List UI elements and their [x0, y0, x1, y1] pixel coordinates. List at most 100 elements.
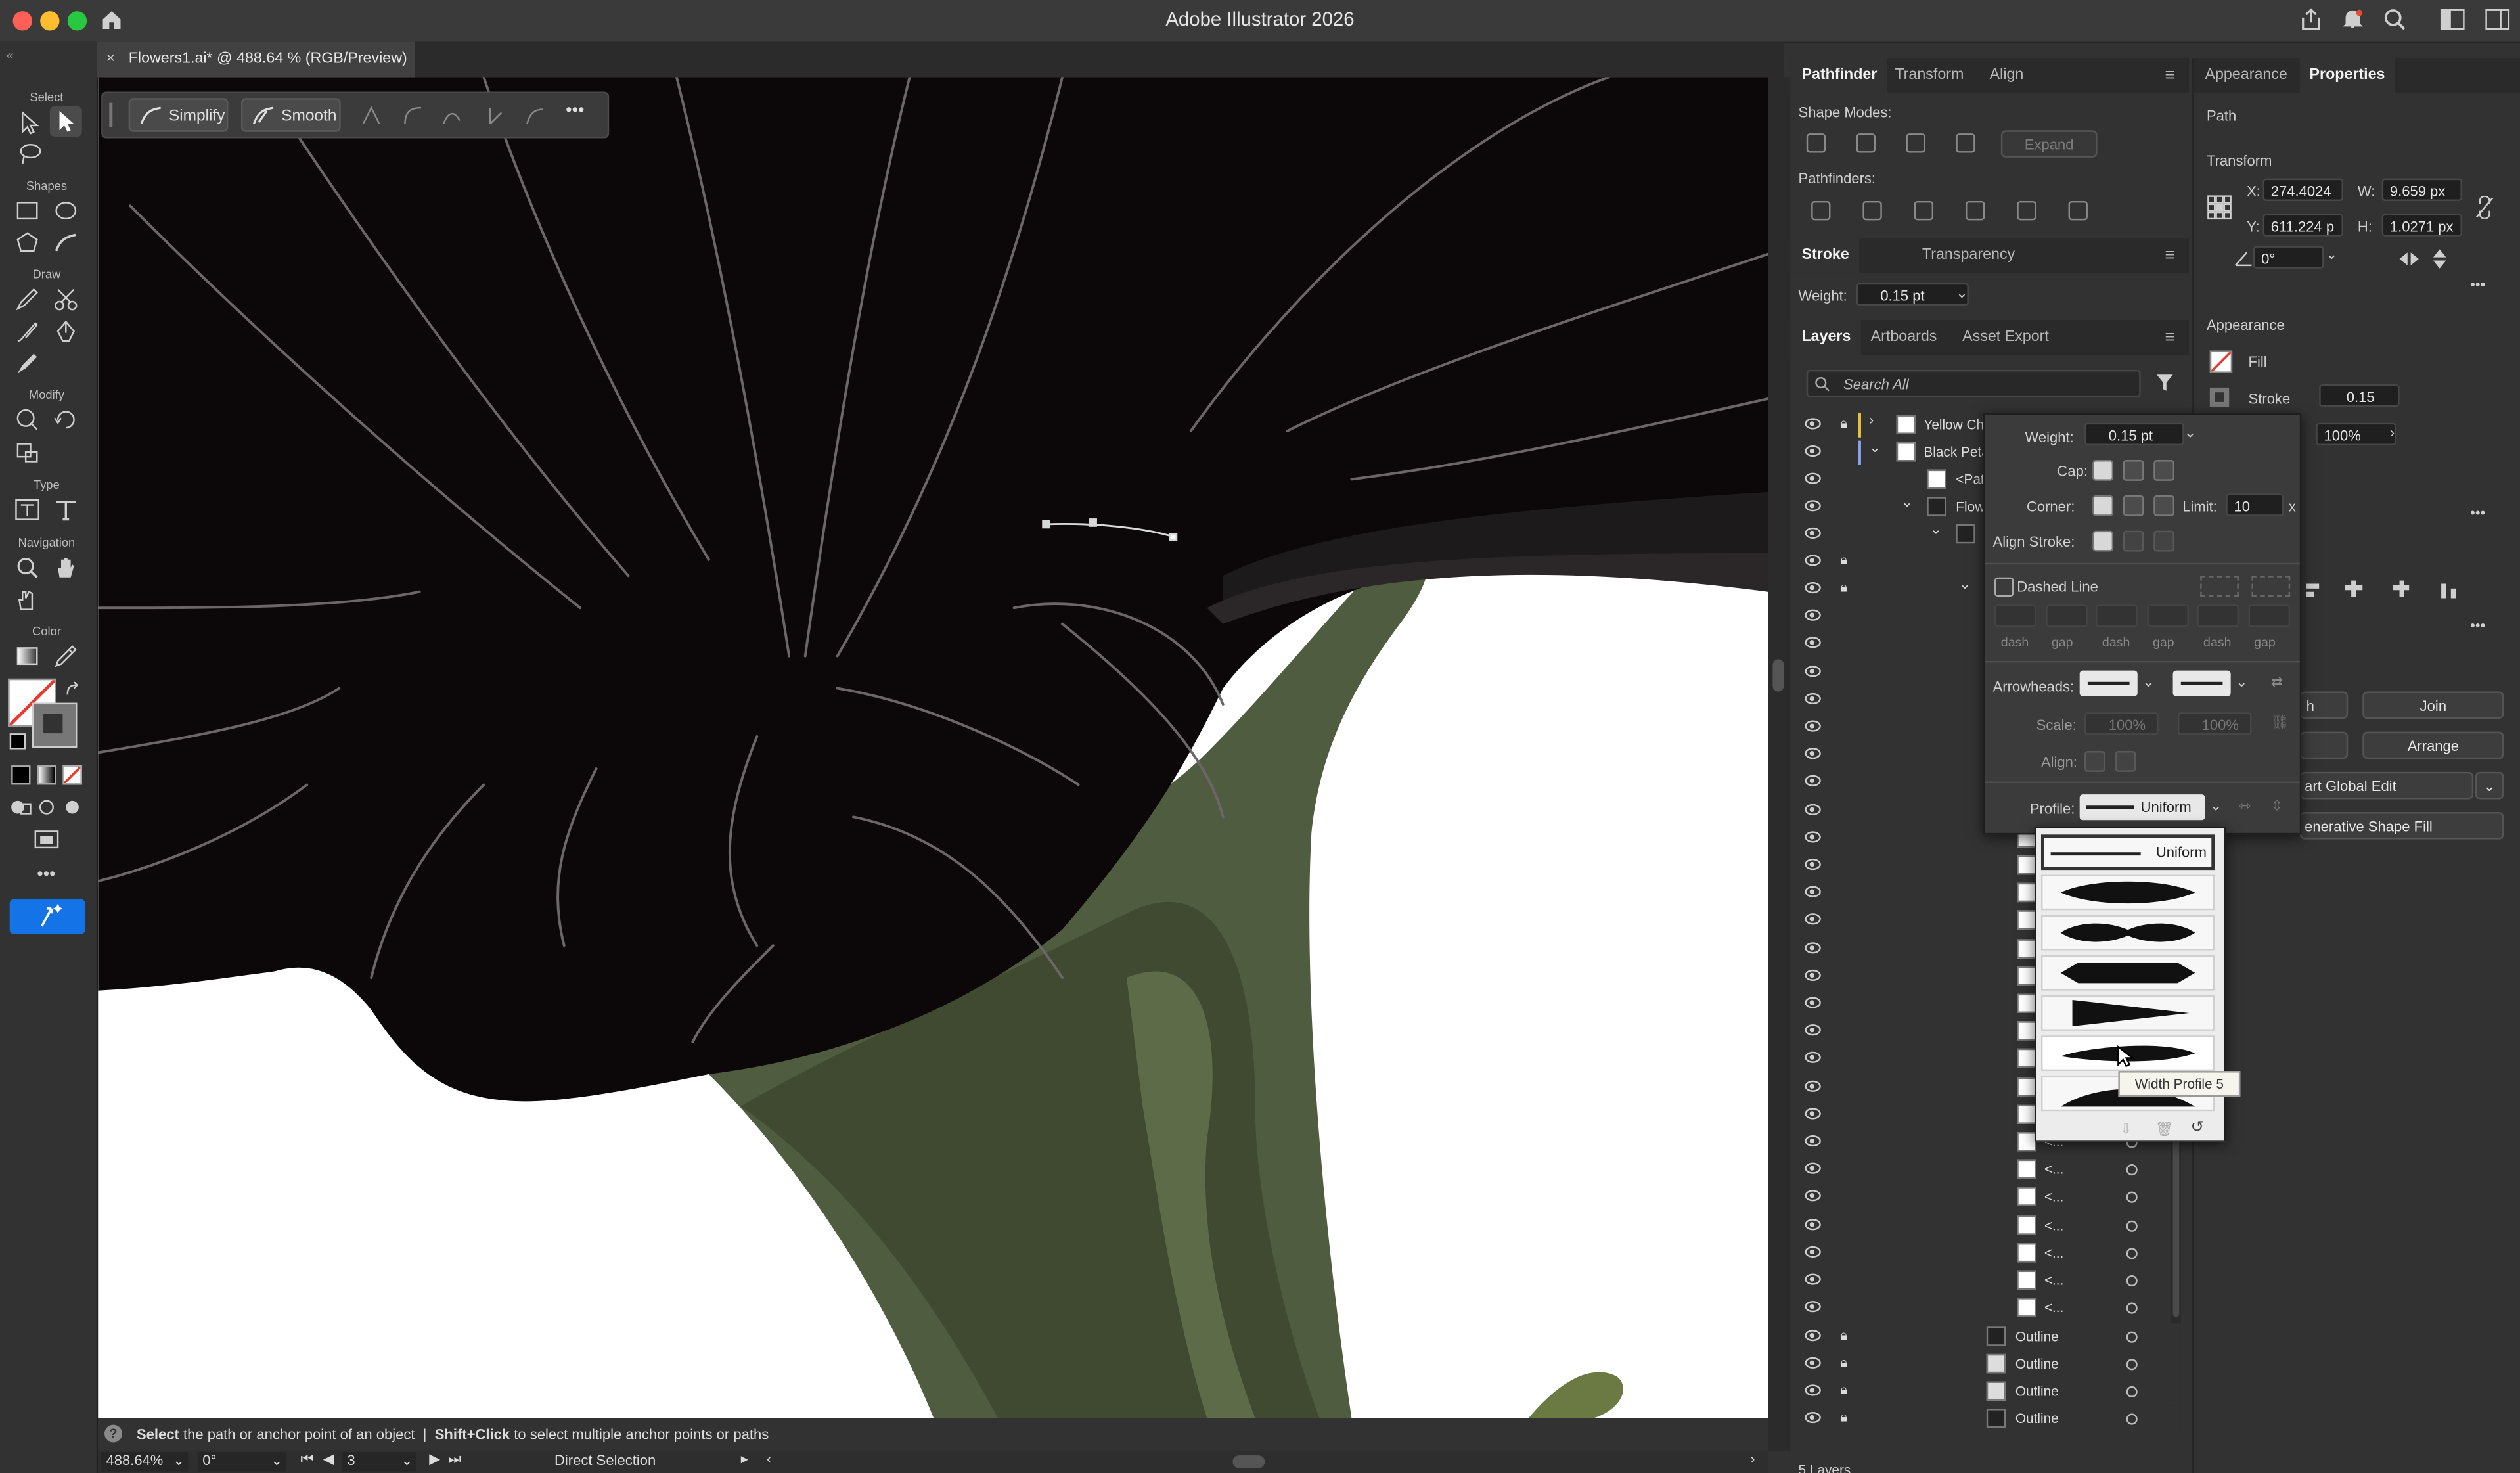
last-artboard-icon[interactable]: ⏭ [449, 1451, 462, 1468]
hand-tool-icon[interactable] [51, 555, 80, 580]
w-field[interactable]: 9.659 px [2381, 178, 2462, 201]
gap-field[interactable] [2247, 604, 2289, 627]
expand-chevron-icon[interactable]: › [1869, 412, 1874, 428]
tab-stroke[interactable]: Stroke [1791, 238, 1859, 274]
layer-row-collapsed[interactable]: <... [1795, 1267, 2181, 1295]
visibility-eye-icon[interactable] [1805, 913, 1821, 925]
reset-profiles-icon[interactable]: ↺ [2190, 1120, 2204, 1137]
collapse-chevron-icon[interactable]: ⌄ [1930, 521, 1941, 539]
offset-path-button[interactable]: h [2299, 691, 2349, 719]
lock-icon[interactable]: 🔒︎ [1840, 415, 1847, 432]
collapse-chevron-icon[interactable]: ⌄ [1959, 576, 1970, 593]
rotate-tool-icon[interactable] [51, 407, 80, 432]
panel-menu-icon[interactable]: ≡ [2165, 58, 2175, 93]
free-transform-tool-icon[interactable] [13, 439, 42, 465]
layer-name[interactable]: <... [2044, 1161, 2064, 1177]
visibility-eye-icon[interactable] [1805, 1135, 1821, 1147]
trim-icon[interactable] [1862, 200, 1882, 221]
stroke-swatch-small[interactable] [2209, 387, 2230, 407]
crop-icon[interactable] [1965, 200, 1985, 221]
visibility-eye-icon[interactable] [1805, 472, 1821, 484]
projecting-cap-icon[interactable] [2153, 460, 2175, 481]
draw-normal-icon[interactable] [7, 794, 35, 820]
stroke-weight-dropdown-icon[interactable]: ⌄ [1956, 284, 1968, 302]
reference-point-icon[interactable] [2207, 194, 2232, 220]
visibility-eye-icon[interactable] [1805, 1273, 1821, 1285]
profile-dropdown-icon[interactable]: ⌄ [2210, 798, 2222, 815]
remove-anchor-icon[interactable] [485, 104, 508, 127]
visibility-eye-icon[interactable] [1805, 1357, 1821, 1369]
arrow-place-icon[interactable] [2115, 751, 2136, 772]
smooth-button[interactable]: Smooth [240, 98, 341, 132]
target-circle-icon[interactable] [2126, 1275, 2138, 1287]
outline-icon[interactable] [2017, 200, 2036, 221]
direct-selection-tool-icon[interactable] [50, 106, 82, 137]
profile-item-uniform[interactable]: Uniform [2040, 834, 2215, 871]
lock-icon[interactable]: 🔒︎ [1840, 1409, 1847, 1426]
flip-horizontal-icon[interactable] [2398, 251, 2420, 267]
visibility-eye-icon[interactable] [1805, 886, 1821, 897]
layer-name[interactable]: Yellow Ch [1924, 417, 1984, 432]
anchor-corner-icon[interactable] [402, 104, 424, 127]
search-icon[interactable] [2382, 7, 2408, 32]
layer-row-collapsed[interactable]: <... [1795, 1212, 2181, 1240]
lasso-tool-icon[interactable] [14, 141, 43, 167]
visibility-eye-icon[interactable] [1805, 692, 1821, 705]
workspace-icon[interactable] [2485, 8, 2510, 30]
h-field[interactable]: 1.0271 px [2381, 214, 2462, 237]
target-circle-icon[interactable] [2126, 1302, 2138, 1314]
join-button[interactable]: Join [2362, 691, 2504, 719]
anchor-convert-icon[interactable] [360, 104, 382, 127]
visibility-eye-icon[interactable] [1805, 527, 1821, 539]
layer-name[interactable]: <Pat [1956, 471, 1984, 487]
profile-item-3[interactable] [2040, 955, 2215, 991]
align-center-icon[interactable] [2092, 530, 2114, 552]
status-menu-icon[interactable]: ▸ [741, 1451, 748, 1468]
arrange-documents-icon[interactable] [2440, 8, 2465, 30]
swap-arrowheads-icon[interactable]: ⇄ [2271, 674, 2283, 692]
collapse-toolbar-icon[interactable]: « [7, 48, 14, 62]
visibility-eye-icon[interactable] [1805, 1080, 1821, 1092]
visibility-eye-icon[interactable] [1805, 1162, 1821, 1174]
visibility-eye-icon[interactable] [1805, 500, 1821, 512]
layer-name[interactable]: <... [2044, 1300, 2064, 1315]
stroke-panel-menu-icon[interactable]: ≡ [2165, 238, 2175, 273]
target-circle-icon[interactable] [2126, 1386, 2138, 1397]
visibility-eye-icon[interactable] [1805, 609, 1821, 621]
taskbar-grip[interactable] [109, 102, 113, 127]
shaper-tool-icon[interactable] [51, 230, 80, 256]
align-dash-icon[interactable] [2251, 576, 2291, 597]
visibility-eye-icon[interactable] [1805, 1330, 1821, 1342]
merge-icon[interactable] [1914, 200, 1934, 221]
anchor-smooth-icon[interactable] [440, 104, 462, 127]
angle-field[interactable]: 0° [2253, 246, 2324, 269]
horizontal-scroll-thumb[interactable] [1232, 1455, 1265, 1468]
layer-row-collapsed[interactable]: <... [1795, 1240, 2181, 1267]
visibility-eye-icon[interactable] [1805, 666, 1821, 677]
simplify-button[interactable]: Simplify [128, 98, 229, 132]
visibility-eye-icon[interactable] [1805, 1219, 1821, 1231]
limit-field[interactable]: 10 [2226, 493, 2284, 516]
vertical-scroll-thumb[interactable] [1772, 659, 1784, 692]
profile-item-4[interactable] [2040, 995, 2215, 1031]
preserve-dash-icon[interactable] [2200, 576, 2239, 597]
target-circle-icon[interactable] [2126, 1331, 2138, 1343]
visibility-eye-icon[interactable] [1805, 1190, 1821, 1202]
opacity-arrow-icon[interactable]: › [2390, 424, 2395, 440]
artboard-number-field[interactable]: 3 ⌄ [342, 1452, 416, 1472]
lock-icon[interactable]: 🔒︎ [1840, 1354, 1847, 1372]
layer-name[interactable]: Outline [2015, 1411, 2059, 1426]
link-scale-icon[interactable]: ⛓︎ [2271, 714, 2289, 732]
collapse-chevron-icon[interactable]: ⌄ [1901, 493, 1912, 511]
quick-action-button[interactable] [2299, 731, 2349, 759]
butt-cap-icon[interactable] [2092, 460, 2114, 481]
layer-name[interactable]: Outline [2015, 1355, 2059, 1371]
flip-vertical-icon[interactable] [2431, 248, 2447, 270]
color-mode-icon[interactable] [11, 765, 31, 785]
close-tab-icon[interactable]: × [106, 42, 115, 78]
type-tool-icon[interactable] [51, 497, 80, 522]
generative-shape-fill-button[interactable]: enerative Shape Fill [2299, 812, 2504, 840]
previous-artboard-icon[interactable]: ◀ [323, 1451, 334, 1468]
blob-brush-tool-icon[interactable] [13, 351, 42, 376]
round-join-icon[interactable] [2123, 495, 2144, 516]
